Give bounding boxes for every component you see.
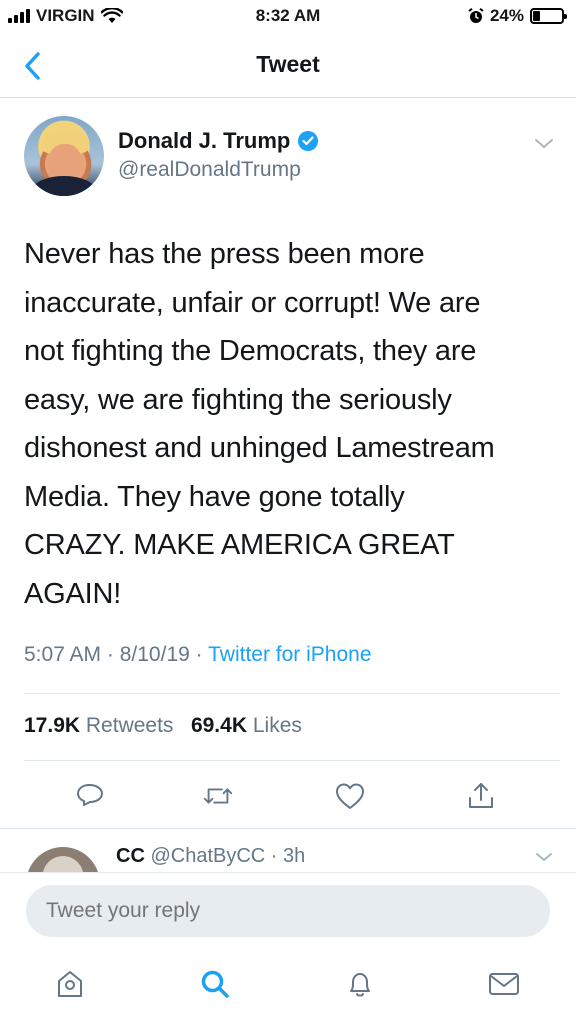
tweet-stats: 17.9K Retweets 69.4K Likes [24, 714, 302, 738]
retweet-icon [203, 788, 233, 804]
tweet-text-line: not fighting the Democrats, they are [24, 335, 477, 367]
tab-bar [0, 950, 576, 1024]
reply-bar [0, 872, 576, 950]
likes-stat[interactable]: 69.4K Likes [191, 714, 302, 737]
battery-icon [530, 8, 567, 24]
retweet-button[interactable] [202, 780, 234, 812]
reply-button[interactable] [74, 780, 106, 812]
tweet-text-line: dishonest and unhinged Lamestream [24, 432, 495, 464]
alarm-icon [468, 8, 484, 23]
tweet-text: Never has the press been more inaccurate… [24, 230, 554, 618]
reply-user: CC @ChatByCC · 3h [116, 845, 306, 867]
chevron-down-icon [536, 853, 552, 861]
author-name-text: Donald J. Trump [118, 128, 291, 153]
verified-icon [298, 131, 319, 151]
reply-input[interactable] [26, 885, 550, 937]
share-icon [469, 783, 493, 808]
likes-count: 69.4K [190, 714, 247, 737]
retweets-label: Retweets [85, 714, 174, 737]
tweet-actions [0, 776, 576, 816]
like-button[interactable] [334, 780, 366, 812]
more-options-button[interactable] [532, 134, 556, 154]
tab-search[interactable] [197, 966, 233, 1002]
author-handle[interactable]: @realDonaldTrump [118, 158, 301, 182]
divider [24, 760, 560, 761]
retweets-stat[interactable]: 17.9K Retweets [24, 714, 173, 737]
reply-avatar[interactable] [26, 847, 100, 872]
battery-percent: 24% [489, 6, 524, 25]
heart-icon [336, 783, 364, 809]
author-name[interactable]: Donald J. Trump [118, 128, 319, 154]
reply-icon [77, 784, 103, 806]
tweet-meta: 5:07 AM · 8/10/19 · Twitter for iPhone [24, 643, 372, 666]
tweet-text-line: CRAZY. MAKE AMERICA GREAT [24, 529, 455, 561]
tweet-text-line: inaccurate, unfair or corrupt! We are [24, 286, 481, 319]
mail-icon [489, 973, 519, 995]
likes-label: Likes [252, 714, 302, 737]
tab-messages[interactable] [486, 966, 522, 1002]
battery-level [533, 11, 540, 21]
home-icon [58, 971, 82, 997]
tweet-text-line: Media. They have gone totally [24, 480, 405, 513]
tweet-time: 5:07 AM [24, 643, 102, 666]
divider [24, 693, 560, 694]
retweets-count: 17.9K [24, 714, 81, 737]
tweet-text-line: easy, we are fighting the seriously [24, 383, 452, 416]
bell-icon [350, 973, 370, 997]
status-bar: VIRGIN 8:32 AM 24% [0, 0, 576, 34]
status-bar-right: 24% [468, 6, 567, 26]
nav-bar: Tweet [0, 36, 576, 98]
reply-more-options-button[interactable] [534, 849, 554, 865]
page-title: Tweet [256, 51, 320, 77]
tab-notifications[interactable] [342, 966, 378, 1002]
reply-age: 3h [283, 845, 306, 867]
tweet-text-line: Never has the press been more [24, 238, 425, 270]
reply-handle: @ChatByCC [150, 845, 266, 867]
chevron-down-icon [535, 139, 553, 148]
tweet-text-line: AGAIN! [24, 577, 122, 610]
avatar[interactable] [24, 116, 104, 196]
tweet-source-link[interactable]: Twitter for iPhone [208, 643, 371, 666]
share-button[interactable] [465, 780, 497, 812]
reply-preview[interactable]: CC @ChatByCC · 3h [0, 828, 576, 872]
tab-home[interactable] [52, 966, 88, 1002]
search-icon [201, 970, 229, 998]
reply-name: CC [116, 845, 145, 867]
tweet-date: 8/10/19 [119, 643, 190, 666]
